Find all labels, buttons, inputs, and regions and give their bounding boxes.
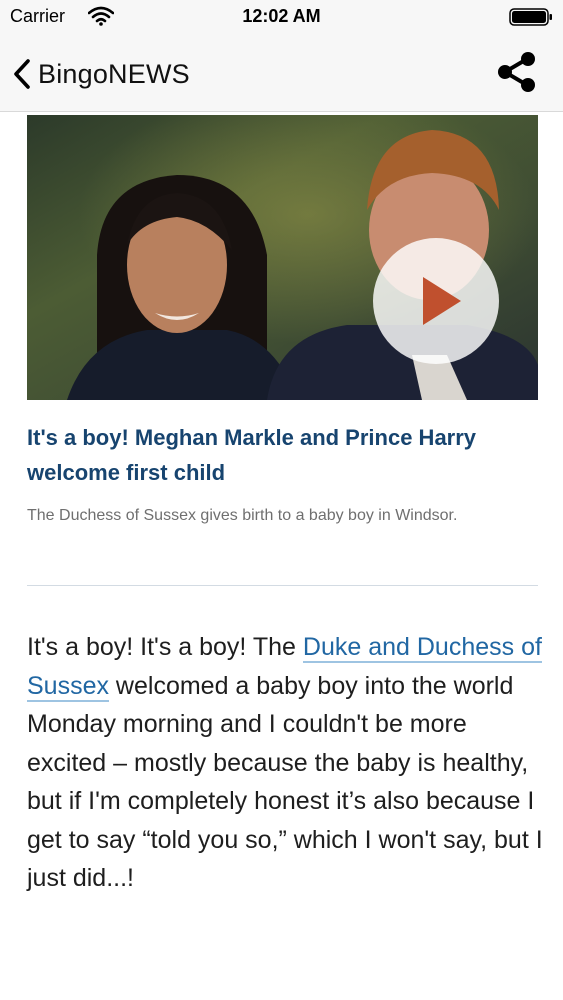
play-icon (373, 238, 499, 364)
status-time: 12:02 AM (242, 6, 321, 26)
back-button[interactable]: BingoNEWS (12, 54, 190, 94)
navigation-bar: BingoNEWS (0, 34, 563, 112)
article-body: It's a boy! It's a boy! The Duke and Duc… (27, 628, 547, 898)
article-headline: It's a boy! Meghan Markle and Prince Har… (27, 425, 477, 485)
app-title: BingoNEWS (38, 58, 190, 89)
content-divider (27, 585, 538, 586)
status-bar: Carrier 12:02 AM (0, 0, 563, 34)
body-text-rest: welcomed a baby boy into the world Monda… (27, 671, 543, 893)
battery-icon (509, 8, 552, 26)
chevron-left-icon (14, 59, 30, 89)
article-hero-video[interactable] (27, 115, 538, 400)
article-summary: The Duchess of Sussex gives birth to a b… (27, 507, 458, 524)
body-text-intro: It's a boy! It's a boy! The (27, 633, 303, 661)
play-video-button[interactable] (370, 235, 502, 367)
share-icon[interactable] (495, 50, 539, 94)
